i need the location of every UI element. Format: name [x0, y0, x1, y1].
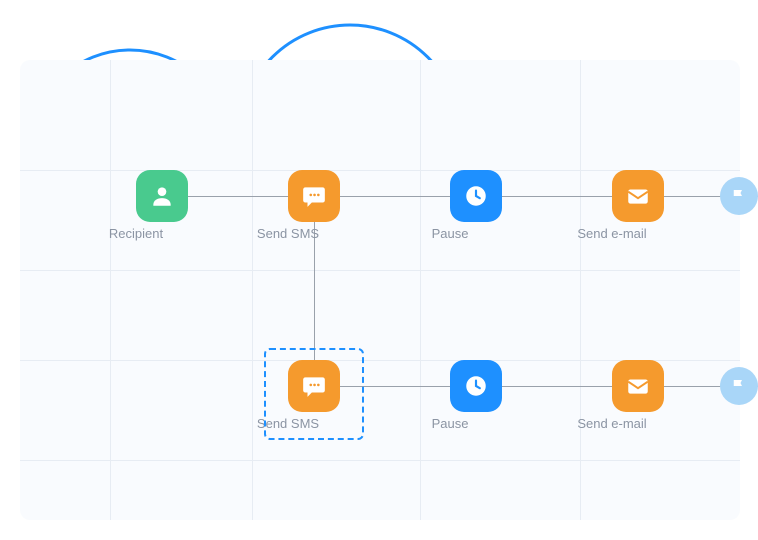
- node-label: Recipient: [109, 226, 163, 241]
- node-label: Send e-mail: [577, 226, 646, 241]
- node-label: Send SMS: [257, 416, 319, 431]
- mail-icon: [612, 170, 664, 222]
- workflow-canvas[interactable]: Recipient Send SMS Pause Send e-mail Sen…: [20, 60, 740, 520]
- node-label: Pause: [432, 416, 469, 431]
- node-label: Send e-mail: [577, 416, 646, 431]
- flag-marker-1[interactable]: [720, 177, 758, 215]
- sms-icon: [288, 360, 340, 412]
- flag-marker-2[interactable]: [720, 367, 758, 405]
- clock-icon: [450, 170, 502, 222]
- clock-icon: [450, 360, 502, 412]
- node-label: Send SMS: [257, 226, 319, 241]
- flag-icon: [730, 187, 748, 205]
- flag-icon: [730, 377, 748, 395]
- node-label: Pause: [432, 226, 469, 241]
- person-icon: [136, 170, 188, 222]
- mail-icon: [612, 360, 664, 412]
- sms-icon: [288, 170, 340, 222]
